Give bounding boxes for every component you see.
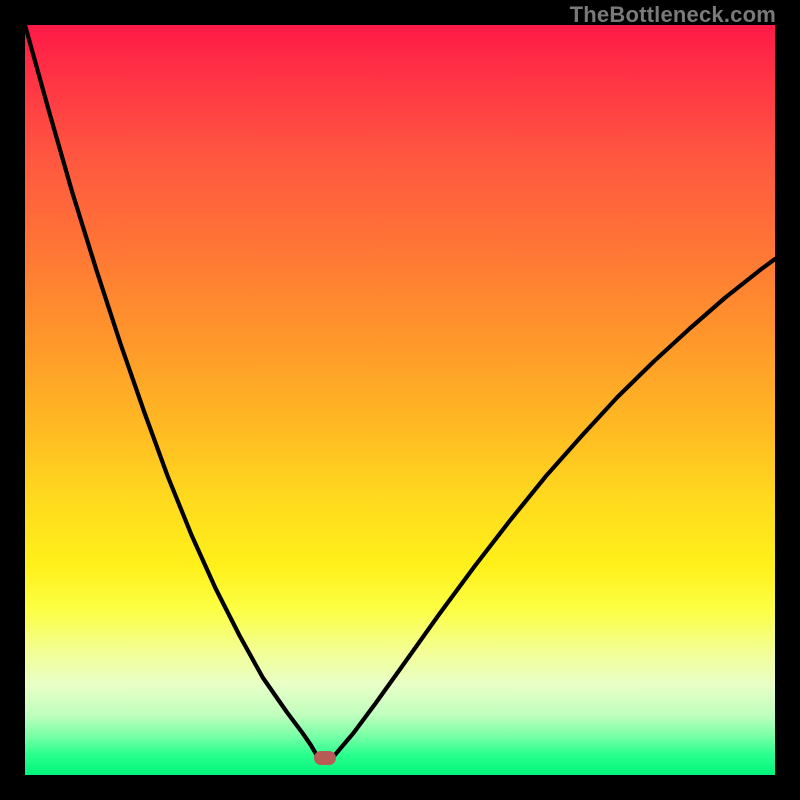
plot-area <box>25 25 775 775</box>
optimal-point-marker <box>314 751 336 765</box>
bottleneck-curve <box>25 25 775 775</box>
chart-frame: TheBottleneck.com <box>0 0 800 800</box>
curve-path <box>25 25 775 758</box>
